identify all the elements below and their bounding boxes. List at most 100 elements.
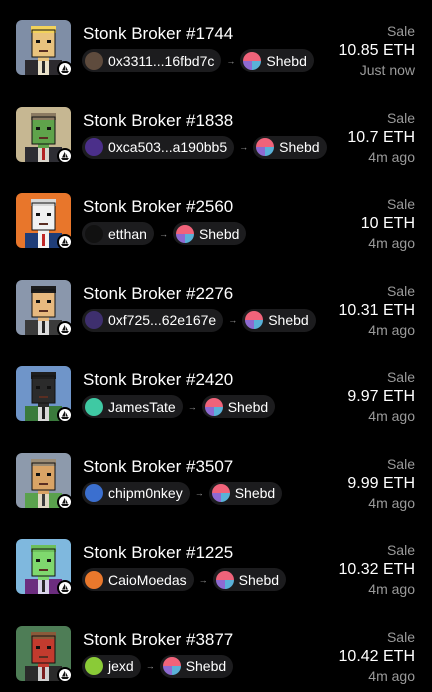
to-user-name: Shebd (266, 52, 307, 69)
transfer-line: etthan → Shebd (82, 222, 247, 245)
sale-time: Just now (359, 62, 415, 78)
nft-title[interactable]: Stonk Broker #1225 (83, 543, 233, 563)
sale-time: 4m ago (368, 148, 415, 165)
sale-label: Sale (386, 282, 415, 299)
to-user-name: Shebd (268, 312, 309, 328)
nft-title[interactable]: Stonk Broker #2276 (83, 284, 233, 304)
from-user-name: JamesTate (108, 398, 176, 415)
nft-title[interactable]: Stonk Broker #2420 (83, 370, 233, 390)
from-avatar (85, 570, 103, 589)
to-user-name: Shebd (227, 398, 269, 415)
from-avatar (85, 397, 103, 416)
transfer-line: chipm0nkey → Shebd (82, 481, 283, 505)
from-avatar (85, 224, 103, 243)
to-avatar (256, 138, 275, 156)
from-avatar (85, 484, 103, 502)
from-avatar (85, 51, 103, 70)
to-user-chip[interactable]: Shebd (212, 568, 287, 591)
sale-price: 10.32 ETH (338, 561, 415, 578)
sale-time: 4m ago (368, 235, 415, 251)
sale-row[interactable]: Stonk Broker #1225 CaioMoedas → Shebd Sale 10… (0, 519, 432, 605)
nft-title[interactable]: Stonk Broker #3877 (83, 630, 233, 650)
nft-title[interactable]: Stonk Broker #1744 (83, 24, 233, 44)
to-avatar (204, 397, 223, 416)
opensea-sailboat-icon (57, 407, 73, 423)
sale-meta: Sale 9.99 ETH 4m ago (347, 455, 415, 512)
sale-row[interactable]: Stonk Broker #2276 0xf725...62e167e → Shebd… (0, 260, 432, 346)
sale-time: 4m ago (368, 494, 415, 511)
sale-time: 4m ago (368, 321, 415, 338)
to-user-chip[interactable]: Shebd (208, 481, 283, 505)
right-arrow-icon: → (228, 315, 238, 325)
to-user-name: Shebd (198, 225, 240, 242)
from-user-chip[interactable]: jexd (82, 654, 141, 678)
transfer-line: 0xca503...a190bb5 → Shebd (82, 135, 327, 159)
from-user-chip[interactable]: 0x3311...16fbd7c (82, 49, 222, 72)
nft-title[interactable]: Stonk Broker #3507 (83, 457, 233, 477)
from-user-name: etthan (108, 225, 147, 242)
from-avatar (85, 657, 103, 675)
opensea-sailboat-icon (57, 580, 73, 596)
transfer-line: JamesTate → Shebd (82, 395, 276, 418)
sales-feed: Stonk Broker #1744 0x3311...16fbd7c → Shebd… (0, 0, 432, 684)
opensea-sailboat-icon (57, 666, 73, 683)
nft-title[interactable]: Stonk Broker #2560 (83, 197, 233, 217)
sale-row[interactable]: Stonk Broker #3877 jexd → Shebd Sale 10.42 ET… (0, 606, 432, 692)
from-user-chip[interactable]: 0xca503...a190bb5 (82, 135, 235, 159)
from-user-name: jexd (108, 658, 134, 674)
nft-title[interactable]: Stonk Broker #1838 (83, 111, 233, 131)
to-user-name: Shebd (185, 658, 227, 674)
sale-meta: Sale 9.97 ETH 4m ago (347, 368, 415, 425)
opensea-sailboat-icon (57, 234, 73, 250)
sale-label: Sale (386, 455, 415, 472)
to-avatar (162, 657, 181, 675)
sale-row[interactable]: Stonk Broker #1838 0xca503...a190bb5 → Sheb… (0, 87, 432, 173)
transfer-line: 0x3311...16fbd7c → Shebd (82, 49, 314, 72)
right-arrow-icon: → (158, 228, 168, 239)
sale-time: 4m ago (368, 667, 415, 684)
sale-label: Sale (386, 542, 415, 558)
sale-row[interactable]: Stonk Broker #2420 JamesTate → Shebd Sale 9.9… (0, 346, 432, 432)
sale-label: Sale (386, 628, 415, 645)
from-user-chip[interactable]: chipm0nkey (82, 481, 190, 505)
to-avatar (215, 570, 234, 589)
transfer-line: CaioMoedas → Shebd (82, 568, 287, 591)
to-user-chip[interactable]: Shebd (201, 395, 276, 418)
sale-price: 10.42 ETH (338, 647, 415, 665)
to-avatar (211, 484, 230, 502)
sale-time: 4m ago (368, 581, 415, 597)
to-user-name: Shebd (279, 139, 320, 155)
sale-meta: Sale 10.42 ETH 4m ago (339, 628, 415, 685)
from-user-name: CaioMoedas (108, 571, 187, 588)
to-user-chip[interactable]: Shebd (242, 308, 316, 332)
sale-label: Sale (386, 109, 415, 126)
from-avatar (85, 138, 103, 156)
sale-price: 10.85 ETH (338, 42, 415, 59)
transfer-line: jexd → Shebd (82, 654, 234, 678)
right-arrow-icon: → (198, 574, 208, 585)
sale-meta: Sale 10.31 ETH 4m ago (339, 282, 415, 339)
from-user-chip[interactable]: JamesTate (82, 395, 183, 418)
to-user-chip[interactable]: Shebd (172, 222, 247, 245)
from-user-chip[interactable]: CaioMoedas (82, 568, 194, 591)
sale-label: Sale (386, 23, 415, 39)
from-user-chip[interactable]: 0xf725...62e167e (82, 308, 224, 332)
to-user-chip[interactable]: Shebd (159, 654, 234, 678)
to-user-name: Shebd (238, 571, 280, 588)
to-user-chip[interactable]: Shebd (240, 49, 314, 72)
right-arrow-icon: → (145, 661, 155, 671)
to-avatar (243, 51, 262, 70)
sale-row[interactable]: Stonk Broker #1744 0x3311...16fbd7c → Shebd… (0, 0, 432, 86)
from-user-name: chipm0nkey (108, 485, 183, 501)
sale-meta: Sale 10.85 ETH Just now (339, 22, 415, 79)
sale-meta: Sale 10.7 ETH 4m ago (347, 109, 415, 166)
sale-price: 10.7 ETH (347, 128, 415, 146)
sale-price: 9.97 ETH (347, 388, 415, 405)
sale-row[interactable]: Stonk Broker #2560 etthan → Shebd Sale 10 ETH… (0, 173, 432, 259)
to-user-chip[interactable]: Shebd (253, 135, 327, 159)
sale-row[interactable]: Stonk Broker #3507 chipm0nkey → Shebd Sale 9.… (0, 433, 432, 519)
right-arrow-icon: → (239, 142, 249, 152)
sale-price: 9.99 ETH (347, 474, 415, 492)
to-avatar (245, 311, 264, 329)
from-user-chip[interactable]: etthan (82, 222, 154, 245)
